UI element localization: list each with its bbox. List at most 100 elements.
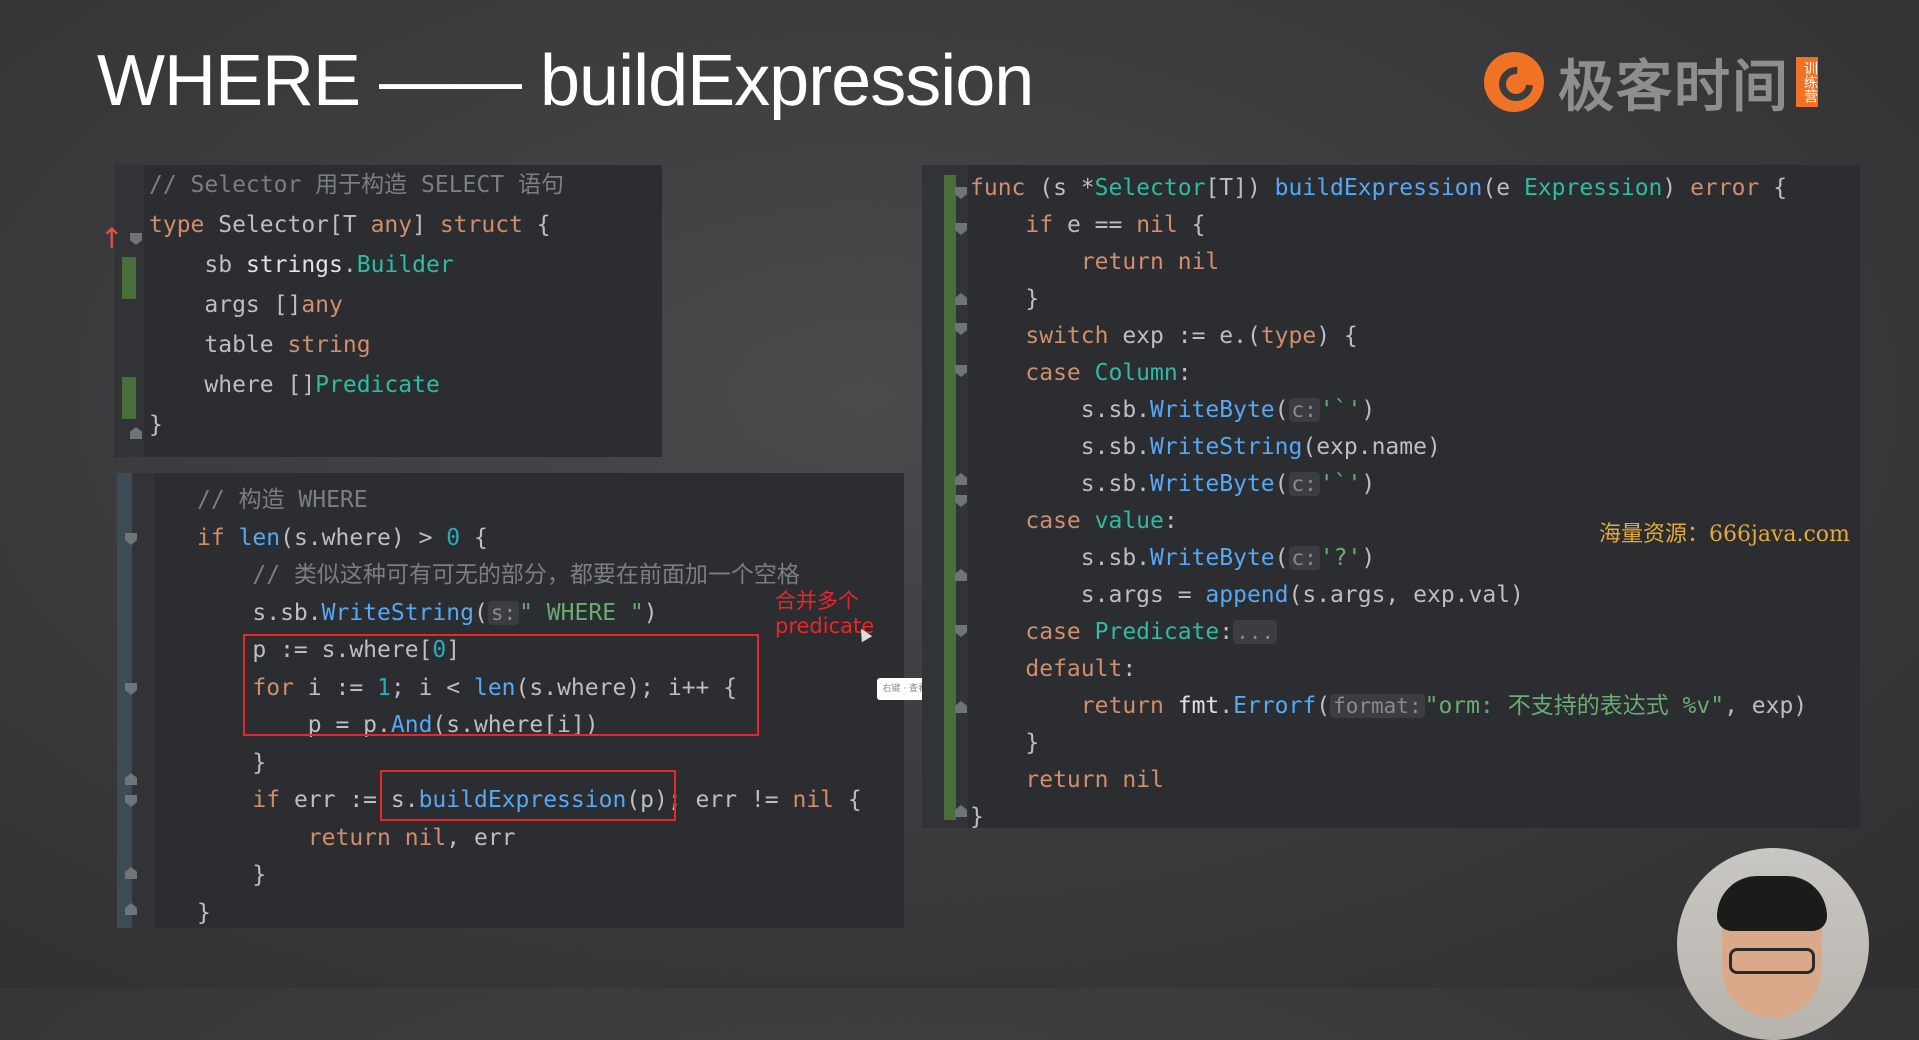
- code-token: WriteByte: [1150, 397, 1275, 423]
- code-token: c:: [1288, 472, 1320, 496]
- watermark: 海量资源：666java.com: [1599, 522, 1850, 547]
- code-token: {: [1759, 175, 1788, 201]
- code-token: ...: [1233, 620, 1278, 644]
- code-token: table: [149, 332, 288, 358]
- code-token: type: [149, 212, 205, 238]
- code-token: ]: [412, 212, 440, 238]
- code-token: :: [1219, 619, 1234, 645]
- code-line: }: [197, 895, 211, 931]
- code-token: len: [238, 524, 281, 551]
- code-line: sb strings.Builder: [149, 247, 454, 283]
- code-token: Expression: [1523, 175, 1663, 201]
- code-token: if: [252, 787, 281, 813]
- build-expression-code-panel: func (s *Selector[T]) buildExpression (e …: [922, 165, 1860, 830]
- code-token: }: [197, 749, 267, 776]
- code-token: (: [1274, 471, 1289, 497]
- code-token: s:: [487, 600, 520, 625]
- struct-code-panel: // Selector 用于构造 SELECT 语句 type Selector[…: [114, 165, 662, 457]
- presenter-hair: [1717, 876, 1827, 931]
- code-line: }: [197, 745, 266, 781]
- code-line: where []Predicate: [149, 367, 440, 403]
- code-token: WriteByte: [1150, 471, 1275, 497]
- code-token: s.args =: [970, 582, 1206, 608]
- code-token: Column: [1094, 360, 1178, 386]
- code-token: if: [197, 524, 225, 551]
- code-line: // 类似这种可有可无的部分，都要在前面加一个空格: [197, 557, 800, 593]
- code-token: Predicate: [315, 372, 440, 398]
- code-line: s.sb.WriteString(s: " WHERE "): [197, 595, 658, 631]
- code-token: (s *: [1025, 175, 1095, 201]
- code-token: }: [197, 899, 211, 926]
- code-token: return: [1080, 693, 1164, 719]
- logo-badge: 训练营: [1796, 57, 1818, 107]
- code-token: format:: [1330, 694, 1425, 718]
- code-token: return: [1025, 767, 1109, 793]
- code-token: , exp): [1724, 693, 1808, 719]
- code-line: default:: [970, 651, 1136, 687]
- build-expression-code: func (s *Selector[T]) buildExpression (e …: [970, 170, 1807, 830]
- code-line: s.sb.WriteString(exp.name): [970, 429, 1441, 465]
- code-token: (: [473, 599, 488, 626]
- code-line: }: [970, 281, 1039, 317]
- presenter-glasses: [1729, 948, 1815, 974]
- code-line: s.sb.WriteByte(c: '?'): [970, 540, 1375, 576]
- code-token: }: [197, 862, 267, 888]
- code-line: return nil: [970, 244, 1220, 280]
- code-token: case: [1025, 619, 1081, 645]
- code-token: value: [1094, 508, 1164, 534]
- annotation-line-1: 合并多个: [775, 589, 859, 613]
- code-line: }: [149, 407, 163, 443]
- code-token: WriteByte: [1150, 545, 1275, 571]
- logo-text: 极客时间: [1558, 54, 1790, 120]
- code-token: ): [643, 599, 658, 626]
- code-token: s.sb.: [970, 545, 1151, 571]
- code-token: string: [287, 332, 371, 358]
- code-line: return nil, err: [197, 820, 516, 856]
- code-token: nil: [404, 824, 447, 851]
- code-token: }: [970, 804, 984, 830]
- code-token: WriteString: [1150, 434, 1303, 460]
- code-token: Builder: [356, 252, 454, 278]
- code-token: .: [1219, 693, 1234, 719]
- code-line: case Column:: [970, 355, 1191, 391]
- code-token: e ==: [1053, 212, 1137, 238]
- code-token: error: [1690, 175, 1760, 201]
- code-token: case: [1025, 508, 1081, 534]
- code-token: {: [1177, 212, 1206, 238]
- code-token: {: [460, 524, 488, 551]
- code-token: strings: [245, 252, 343, 278]
- code-token: where []: [149, 372, 316, 398]
- code-token: // 类似这种可有可无的部分，都要在前面加一个空格: [252, 562, 800, 588]
- code-token: }: [970, 730, 1040, 756]
- code-token: switch: [1025, 323, 1109, 349]
- code-token: // 构造 WHERE: [197, 487, 368, 513]
- code-line: type Selector[T any] struct {: [149, 207, 551, 243]
- code-token: return: [307, 824, 391, 851]
- code-token: ): [1361, 397, 1376, 423]
- code-token: {: [522, 212, 551, 238]
- code-token: type: [1260, 323, 1317, 349]
- code-token: }: [149, 412, 163, 438]
- code-token: ): [1662, 175, 1691, 201]
- code-token: (e: [1482, 175, 1524, 201]
- code-line: if len(s.where) > 0 {: [197, 520, 488, 556]
- code-line: table string: [149, 327, 371, 363]
- code-line: // Selector 用于构造 SELECT 语句: [149, 167, 564, 203]
- where-code-panel: // 构造 WHERE if len(s.where) > 0 { // 类似这种…: [117, 473, 904, 928]
- code-token: :: [1163, 508, 1178, 534]
- presenter-webcam: [1677, 848, 1869, 1040]
- code-token: (: [1274, 397, 1289, 423]
- struct-code: // Selector 用于构造 SELECT 语句 type Selector[…: [149, 167, 564, 438]
- code-token: " WHERE ": [519, 599, 644, 626]
- code-line: }: [197, 857, 266, 893]
- code-token: [T]): [1205, 175, 1275, 201]
- code-token: fmt: [1177, 693, 1220, 719]
